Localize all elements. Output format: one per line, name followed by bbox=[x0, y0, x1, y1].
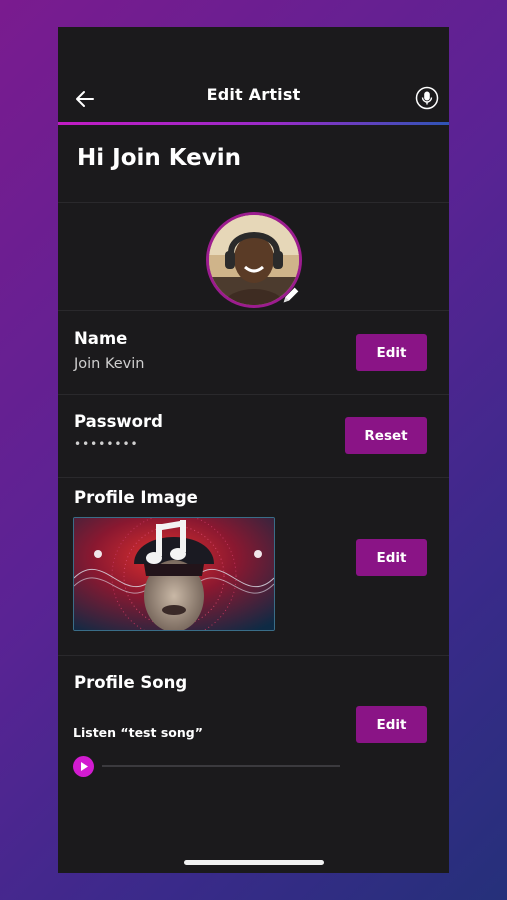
home-indicator[interactable] bbox=[184, 860, 324, 865]
profile-image-label: Profile Image bbox=[74, 488, 198, 507]
edit-name-button[interactable]: Edit bbox=[356, 334, 427, 371]
password-value: •••••••• bbox=[74, 437, 139, 451]
avatar-container[interactable] bbox=[206, 212, 302, 308]
divider bbox=[58, 394, 449, 395]
song-progress-track[interactable] bbox=[102, 765, 340, 767]
divider bbox=[58, 310, 449, 311]
profile-image bbox=[73, 517, 275, 631]
name-value: Join Kevin bbox=[74, 356, 145, 372]
edit-profile-image-button[interactable]: Edit bbox=[356, 539, 427, 576]
name-label: Name bbox=[74, 329, 128, 348]
microphone-icon[interactable] bbox=[415, 86, 439, 110]
greeting-heading: Hi Join Kevin bbox=[77, 145, 242, 171]
divider bbox=[58, 477, 449, 478]
page-title: Edit Artist bbox=[206, 85, 301, 104]
header-accent-line bbox=[58, 122, 449, 125]
app-bar: Edit Artist bbox=[58, 27, 449, 123]
listen-song-text: Listen “test song” bbox=[73, 725, 203, 740]
divider bbox=[58, 655, 449, 656]
reset-password-button[interactable]: Reset bbox=[345, 417, 427, 454]
edit-pencil-icon[interactable] bbox=[280, 284, 302, 306]
app-screen: Edit Artist Hi Join Kevin Name Join Kevi… bbox=[58, 27, 449, 873]
edit-profile-song-button[interactable]: Edit bbox=[356, 706, 427, 743]
play-icon[interactable] bbox=[73, 756, 94, 777]
password-label: Password bbox=[74, 412, 163, 431]
divider bbox=[58, 202, 449, 203]
profile-song-label: Profile Song bbox=[74, 673, 188, 692]
